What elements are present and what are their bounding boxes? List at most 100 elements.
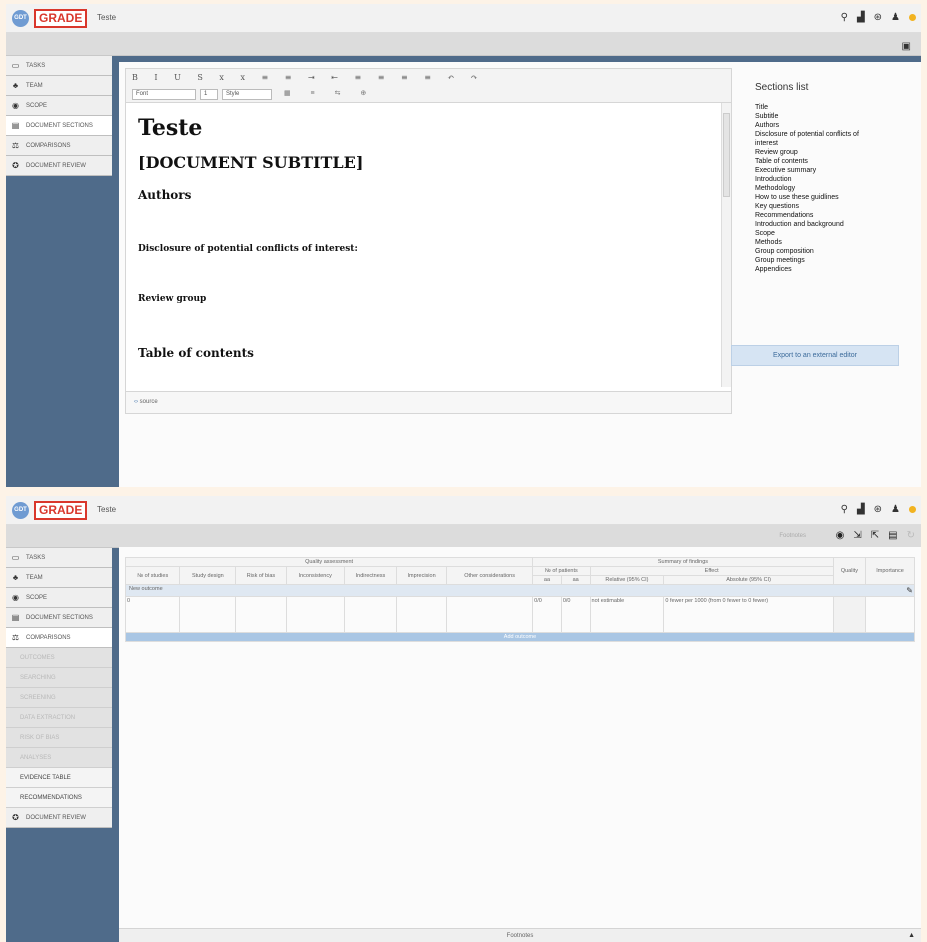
section-item[interactable]: Group meetings [755,256,915,265]
document-body[interactable]: Teste [DOCUMENT SUBTITLE] Authors Disclo… [126,103,721,387]
section-item[interactable]: Subtitle [755,112,915,121]
chevron-up-icon[interactable]: ▲ [908,929,915,942]
notification-icon[interactable]: ♟ [891,504,900,515]
edit-icon[interactable]: ✎ [906,586,913,595]
section-item[interactable]: Table of contents [755,157,915,166]
sidebar-item-document-review[interactable]: ✪ DOCUMENT REVIEW [6,808,112,828]
sidebar-item-team[interactable]: ♣ TEAM [6,568,112,588]
print-icon[interactable]: ▤ [888,530,897,541]
export-icon[interactable]: ⇱ [871,530,879,541]
new-outcome-row[interactable]: New outcome ✎ [125,584,915,597]
cell-other[interactable] [446,596,534,633]
sidebar-item-scope[interactable]: ◉ SCOPE [6,96,112,116]
section-item[interactable]: interest [755,139,915,148]
col-absolute: Absolute (95% CI) [663,575,834,585]
connection-icon[interactable]: ▟ [857,12,865,23]
grade-logo[interactable]: GRADE [34,501,88,520]
help-icon[interactable]: ⊛ [874,12,882,23]
sidebar-item-comparisons[interactable]: ⚖ COMPARISONS [6,628,112,648]
project-name: Teste [97,505,117,514]
cell-quality[interactable] [832,596,867,633]
cell-indirectness[interactable] [343,596,398,633]
sections-list: Sections list Title Subtitle Authors Dis… [755,82,915,274]
section-item[interactable]: Group composition [755,247,915,256]
export-button[interactable]: Export to an external editor [731,345,899,366]
eye-icon[interactable]: ◉ [836,530,845,541]
cell-studies[interactable]: 0 [124,596,181,633]
connection-icon[interactable]: ▟ [857,504,865,515]
section-item[interactable]: Methods [755,238,915,247]
sidebar-item-tasks[interactable]: ▭ TASKS [6,56,112,76]
section-item[interactable]: Scope [755,229,915,238]
section-item[interactable]: Key questions [755,202,915,211]
sub-item-data-extraction[interactable]: DATA EXTRACTION [6,708,112,728]
section-item[interactable]: Title [755,103,915,112]
search-icon[interactable]: ⚲ [841,12,848,23]
cell-study-design[interactable] [179,596,237,633]
sidebar-item-team[interactable]: ♣ TEAM [6,76,112,96]
insert-buttons[interactable]: ▦ ≡ ⇆ ⊕ [284,89,375,97]
source-button[interactable]: source [140,399,158,405]
sub-item-searching[interactable]: SEARCHING [6,668,112,688]
rich-text-editor: B I U S x x ≡ ≡ ⇥ ⇤ ≡ ≡ ≡ ≡ ↶ ↷ Font 1 S… [125,68,732,414]
sub-item-risk-of-bias[interactable]: RISK OF BIAS [6,728,112,748]
section-item[interactable]: How to use these guidlines [755,193,915,202]
sub-item-analyses[interactable]: ANALYSES [6,748,112,768]
font-select[interactable]: Font [132,89,196,100]
section-item[interactable]: Review group [755,148,915,157]
cell-intervention[interactable]: 0/0 [532,596,562,633]
refresh-icon[interactable]: ↻ [907,530,915,541]
search-icon[interactable]: ⚲ [841,504,848,515]
header-summary-of-findings: Summary of findings [532,557,834,567]
format-buttons[interactable]: B I U S x x ≡ ≡ ⇥ ⇤ ≡ ≡ ≡ ≡ ↶ ↷ [132,73,484,82]
help-icon[interactable]: ⊛ [874,504,882,515]
footnotes-bar[interactable]: Footnotes ▲ [119,928,921,942]
sidebar-item-tasks[interactable]: ▭ TASKS [6,548,112,568]
col-other-considerations: Other considerations [446,566,534,585]
cell-relative[interactable]: not estimable [589,596,665,633]
cell-importance[interactable] [865,596,915,633]
doc-disclosure: Disclosure of potential conflicts of int… [138,244,358,254]
gdt-logo[interactable]: GDT [12,10,29,27]
cell-imprecision[interactable] [396,596,448,633]
col-inconsistency: Inconsistency [285,566,345,585]
size-select[interactable]: 1 [200,89,218,100]
sidebar-item-document-review[interactable]: ✪ DOCUMENT REVIEW [6,156,112,176]
sidebar-item-comparisons[interactable]: ⚖ COMPARISONS [6,136,112,156]
gdt-logo[interactable]: GDT [12,502,29,519]
section-item[interactable]: Introduction and background [755,220,915,229]
sub-item-screening[interactable]: SCREENING [6,688,112,708]
cell-risk-of-bias[interactable] [235,596,287,633]
source-icon: ‹› [134,399,138,405]
sidebar-item-document-sections[interactable]: ▤ DOCUMENT SECTIONS [6,608,112,628]
section-item[interactable]: Methodology [755,184,915,193]
section-item[interactable]: Recommendations [755,211,915,220]
footnotes-link[interactable]: Footnotes [779,533,806,539]
notification-icon[interactable]: ♟ [891,12,900,23]
scroll-thumb[interactable] [723,113,730,197]
editor-scrollbar[interactable] [721,103,731,387]
section-item[interactable]: Introduction [755,175,915,184]
cell-comparison[interactable]: 0/0 [560,596,591,633]
section-item[interactable]: Authors [755,121,915,130]
grade-logo[interactable]: GRADE [34,9,88,28]
sub-item-evidence-table[interactable]: EVIDENCE TABLE [6,768,112,788]
cell-absolute[interactable]: 0 fewer per 1000 (from 0 fewer to 0 fewe… [663,596,834,633]
header-quality: Quality [832,557,867,585]
section-item[interactable]: Executive summary [755,166,915,175]
sub-item-recommendations[interactable]: RECOMMENDATIONS [6,788,112,808]
sidebar-item-scope[interactable]: ◉ SCOPE [6,588,112,608]
import-icon[interactable]: ⇲ [853,530,861,541]
document-sections-screen: GDT GRADE Teste ⚲ ▟ ⊛ ♟ ▣ ▭ TASKS ♣ TEAM ◉… [6,4,921,487]
cell-inconsistency[interactable] [285,596,345,633]
style-select[interactable]: Style [222,89,272,100]
add-outcome-button[interactable]: Add outcome [125,632,915,642]
sidebar-item-document-sections[interactable]: ▤ DOCUMENT SECTIONS [6,116,112,136]
sub-item-outcomes[interactable]: OUTCOMES [6,648,112,668]
save-icon[interactable]: ▣ [902,41,911,52]
sidebar: ▭ TASKS ♣ TEAM ◉ SCOPE ▤ DOCUMENT SECTIONS ⚖… [6,56,112,176]
scale-icon: ⚖ [11,141,20,150]
section-item[interactable]: Appendices [755,265,915,274]
section-item[interactable]: Disclosure of potential conflicts of [755,130,915,139]
col-imprecision: Imprecision [396,566,448,585]
